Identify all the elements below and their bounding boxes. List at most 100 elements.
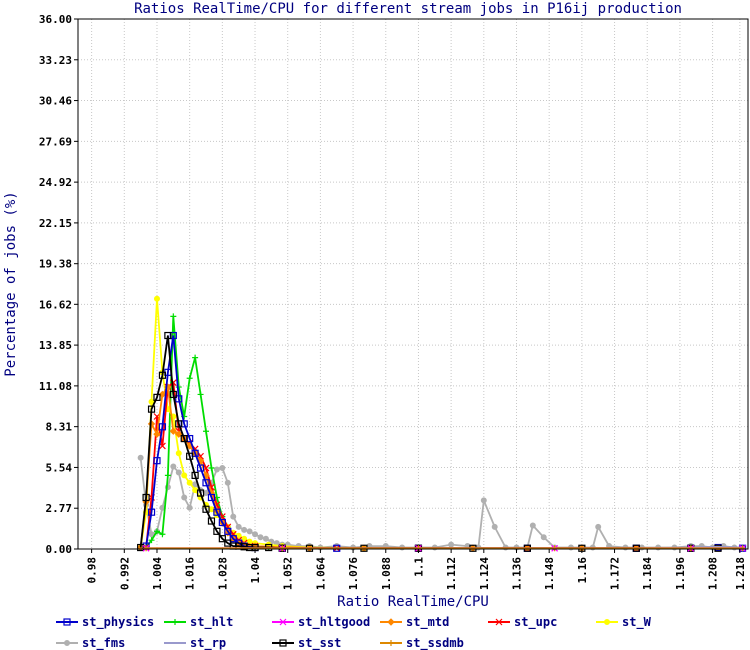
legend-label: st_hltgood xyxy=(298,615,370,630)
x-tick-label: 1.016 xyxy=(184,557,197,590)
legend-item-st_rp: st_rp xyxy=(164,636,226,650)
x-tick-label: 1.136 xyxy=(510,557,523,590)
x-axis-label: Ratio RealTime/CPU xyxy=(337,594,489,610)
legend-item-st_sst: st_sst xyxy=(272,636,341,650)
y-tick-label: 27.69 xyxy=(39,135,72,148)
data-point-st_W xyxy=(175,450,182,457)
x-tick-label: 0.98 xyxy=(86,557,99,584)
x-tick-label: 1.218 xyxy=(734,557,747,590)
data-point-st_fms xyxy=(224,479,231,486)
legend-label: st_fms xyxy=(82,636,125,650)
chart: Ratios RealTime/CPU for different stream… xyxy=(3,1,749,650)
series-layer xyxy=(136,295,747,552)
data-point-st_fms xyxy=(491,523,498,530)
data-point-st_fms xyxy=(230,513,237,520)
data-point-st_W xyxy=(192,487,199,494)
y-tick-label: 36.00 xyxy=(39,13,72,26)
legend-label: st_physics xyxy=(82,615,154,630)
legend-item-st_mtd: st_mtd xyxy=(380,615,449,630)
data-point-st_fms xyxy=(181,494,188,501)
y-tick-label: 2.77 xyxy=(46,502,73,515)
y-tick-label: 24.92 xyxy=(39,176,72,189)
series-st_fms xyxy=(137,454,746,551)
data-point-st_fms xyxy=(529,522,536,529)
data-point-st_hlt xyxy=(203,428,210,435)
y-tick-label: 8.31 xyxy=(46,421,73,434)
data-point-st_fms xyxy=(219,465,226,472)
data-point-st_hlt xyxy=(186,375,193,382)
y-tick-label: 0.00 xyxy=(46,543,73,556)
data-point-st_fms xyxy=(262,535,269,542)
legend-item-st_upc: st_upc xyxy=(488,615,557,630)
x-tick-label: 1.028 xyxy=(216,557,229,590)
data-point-st_hlt xyxy=(192,354,199,361)
data-point-st_hlt xyxy=(208,465,215,472)
y-tick-label: 16.62 xyxy=(39,298,72,311)
x-tick-label: 1.112 xyxy=(445,557,458,590)
y-tick-label: 30.46 xyxy=(39,95,72,108)
data-point-st_fms xyxy=(241,526,248,533)
legend-label: st_rp xyxy=(190,636,226,650)
series-st_hlt xyxy=(143,313,722,552)
data-point-st_fms xyxy=(186,504,193,511)
y-tick-label: 33.23 xyxy=(39,54,72,67)
y-tick-label: 19.38 xyxy=(39,258,72,271)
x-tick-label: 1.1 xyxy=(412,557,425,577)
data-point-st_fms xyxy=(540,534,547,541)
x-tick-label: 1.16 xyxy=(576,557,589,584)
data-point-st_W xyxy=(241,535,248,542)
y-tick-label: 11.08 xyxy=(39,380,72,393)
legend-marker xyxy=(172,619,178,625)
chart-title: Ratios RealTime/CPU for different stream… xyxy=(134,1,682,17)
legend-marker xyxy=(387,618,395,626)
data-point-st_fms xyxy=(595,523,602,530)
legend-marker xyxy=(64,640,70,646)
legend-label: st_sst xyxy=(298,636,341,650)
legend-label: st_hlt xyxy=(190,615,233,630)
legend-marker xyxy=(388,640,394,646)
data-point-st_fms xyxy=(235,523,242,530)
y-tick-label: 13.85 xyxy=(39,339,72,352)
legend-label: st_ssdmb xyxy=(406,636,464,650)
data-point-st_W xyxy=(181,472,188,479)
x-tick-label: 1.124 xyxy=(478,557,491,590)
data-point-st_W xyxy=(153,295,160,302)
x-tick-label: 1.052 xyxy=(282,557,295,590)
data-point-st_fms xyxy=(252,531,259,538)
x-tick-label: 1.088 xyxy=(380,557,393,590)
data-point-st_fms xyxy=(257,534,264,541)
legend-label: st_upc xyxy=(514,615,557,630)
series-st_W xyxy=(137,295,422,552)
y-tick-label: 22.15 xyxy=(39,217,72,230)
data-point-st_fms xyxy=(137,454,144,461)
legend-item-st_hlt: st_hlt xyxy=(164,615,233,630)
series-st_sst xyxy=(137,331,722,552)
data-point-st_fms xyxy=(170,463,177,470)
legend-item-st_W: st_W xyxy=(596,615,652,630)
legend-label: st_W xyxy=(622,615,652,630)
x-tick-label: 1.076 xyxy=(347,557,360,590)
y-tick-label: 5.54 xyxy=(46,461,73,474)
x-tick-label: 1.064 xyxy=(314,557,327,590)
data-point-st_fms xyxy=(175,469,182,476)
x-tick-label: 1.004 xyxy=(151,557,164,590)
data-point-st_W xyxy=(186,479,193,486)
series-st_upc xyxy=(142,379,722,552)
series-line-st_sst xyxy=(139,335,718,550)
legend-item-st_hltgood: st_hltgood xyxy=(272,615,370,630)
data-point-st_W xyxy=(208,506,215,513)
y-axis-label: Percentage of jobs (%) xyxy=(3,191,19,376)
x-tick-label: 1.172 xyxy=(609,557,622,590)
data-point-st_fms xyxy=(480,497,487,504)
x-tick-label: 1.04 xyxy=(249,557,262,584)
legend-item-st_physics: st_physics xyxy=(56,615,154,630)
x-tick-label: 0.992 xyxy=(118,557,131,590)
legend-label: st_mtd xyxy=(406,615,449,630)
y-axis: 0.00 2.77 5.54 8.31 11.08 13.85 16.62 19.38 22.1… xyxy=(39,13,78,556)
x-tick-label: 1.208 xyxy=(707,557,720,590)
data-point-st_fms xyxy=(448,541,455,548)
legend-marker xyxy=(604,619,610,625)
x-tick-label: 1.196 xyxy=(674,557,687,590)
x-axis: 0.98 0.992 1.004 1.016 1.028 1.04 1.052 1.064 1.… xyxy=(86,549,747,590)
legend-item-st_fms: st_fms xyxy=(56,636,125,650)
